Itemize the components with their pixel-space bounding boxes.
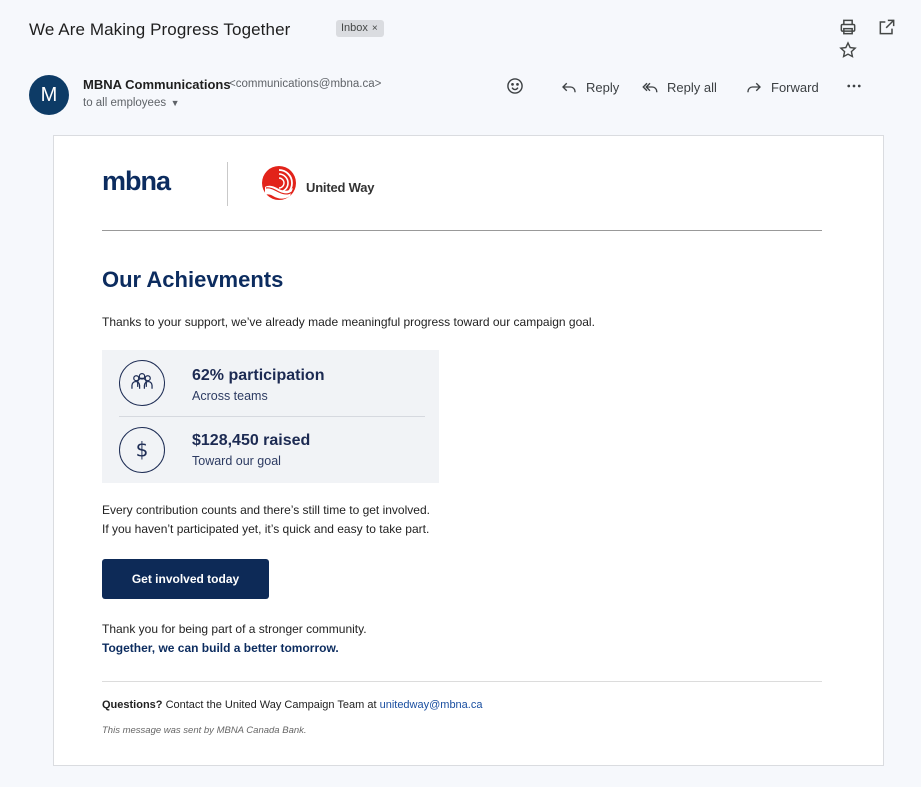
recipients-dropdown[interactable]: to all employees ▼ bbox=[83, 97, 180, 109]
participation-stat: 62% participation bbox=[192, 367, 325, 384]
header-divider bbox=[102, 230, 822, 231]
reply-label: Reply bbox=[586, 79, 620, 95]
forward-button[interactable]: Forward bbox=[745, 77, 819, 97]
emoji-icon[interactable] bbox=[505, 76, 525, 96]
body-text-line-2: If you haven’t participated yet, it’s qu… bbox=[102, 522, 430, 536]
logo-divider bbox=[227, 162, 228, 206]
reply-all-label: Reply all bbox=[667, 79, 717, 95]
forward-icon bbox=[747, 82, 761, 93]
raised-stat-subtitle: Toward our goal bbox=[192, 454, 281, 468]
forward-label: Forward bbox=[771, 79, 819, 95]
sender-avatar[interactable]: M bbox=[29, 75, 69, 115]
sent-by-text: This message was sent by MBNA Canada Ban… bbox=[102, 725, 307, 736]
body-text-line-1: Every contribution counts and there’s st… bbox=[102, 503, 430, 517]
mbna-logo: mbna bbox=[102, 166, 171, 196]
questions-text: Contact the United Way Campaign Team at bbox=[162, 699, 380, 711]
participation-stat-subtitle: Across teams bbox=[192, 389, 268, 403]
united-way-logo-icon bbox=[257, 163, 301, 207]
svg-text:$: $ bbox=[136, 438, 149, 462]
remove-label-icon[interactable]: × bbox=[372, 23, 378, 34]
united-way-logo-text: United Way bbox=[306, 180, 375, 195]
email-subject: We Are Making Progress Together bbox=[29, 20, 291, 39]
chevron-down-icon: ▼ bbox=[168, 98, 180, 108]
stats-separator bbox=[119, 416, 425, 417]
inbox-label-text: Inbox bbox=[341, 22, 368, 34]
intro-text: Thanks to your support, we’ve already ma… bbox=[102, 315, 595, 329]
reply-all-icon bbox=[642, 82, 658, 93]
sender-name[interactable]: MBNA Communications bbox=[83, 77, 231, 92]
thanks-text: Thank you for being part of a stronger c… bbox=[102, 622, 367, 636]
reply-button[interactable]: Reply bbox=[560, 77, 619, 97]
recipients-label: to all employees bbox=[83, 97, 167, 109]
print-icon[interactable] bbox=[838, 17, 858, 37]
footer-divider bbox=[102, 681, 822, 682]
content-heading: Our Achievments bbox=[102, 267, 284, 292]
get-involved-button[interactable]: Get involved today bbox=[102, 559, 269, 599]
email-body-card: mbna United Way Our Achievments Thanks t… bbox=[53, 135, 884, 766]
raised-stat: $128,450 raised bbox=[192, 432, 311, 449]
subject-row: We Are Making Progress Together Inbox × bbox=[0, 0, 921, 60]
open-in-new-window-icon[interactable] bbox=[877, 17, 897, 37]
star-icon[interactable] bbox=[838, 40, 858, 60]
sender-row: M MBNA Communications <communications@mb… bbox=[0, 70, 921, 120]
more-vertical-icon[interactable] bbox=[845, 76, 863, 96]
dollar-icon: $ bbox=[119, 427, 165, 473]
questions-label: Questions? bbox=[102, 699, 163, 711]
stats-panel: 62% participation Across teams $ $128,45… bbox=[102, 350, 439, 483]
reply-all-button[interactable]: Reply all bbox=[641, 77, 717, 97]
together-tagline: Together, we can build a better tomorrow… bbox=[102, 641, 339, 655]
inbox-label-chip[interactable]: Inbox × bbox=[336, 20, 384, 37]
people-icon bbox=[119, 360, 165, 406]
questions-line: Questions? Contact the United Way Campai… bbox=[102, 699, 482, 711]
unitedway-email-link[interactable]: unitedway@mbna.ca bbox=[380, 699, 483, 711]
sender-email: <communications@mbna.ca> bbox=[229, 78, 382, 90]
reply-icon bbox=[562, 82, 576, 93]
